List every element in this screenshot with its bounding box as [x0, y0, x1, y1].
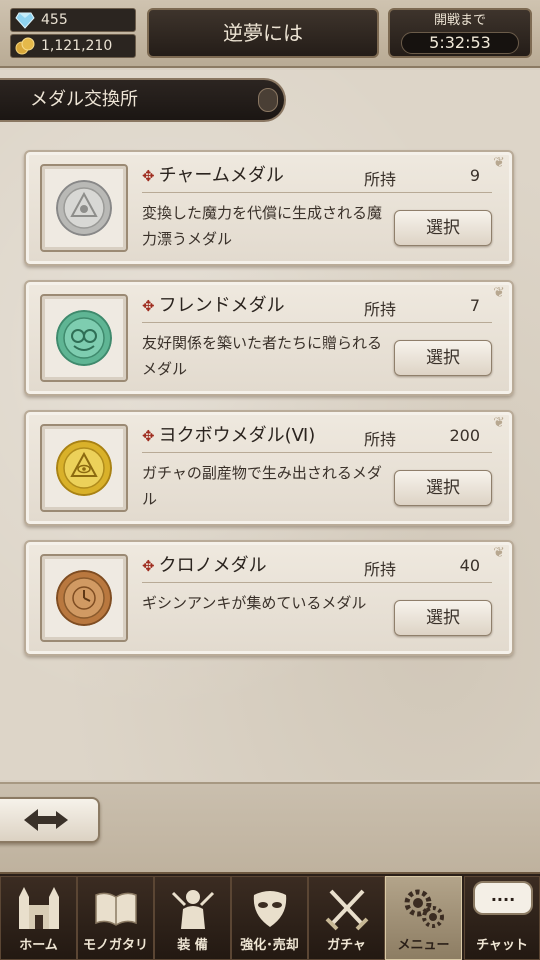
nav-tab-gacha[interactable]: ガチャ [308, 876, 385, 960]
divider [142, 582, 492, 583]
corner-ornament-icon: ❦ [493, 545, 505, 561]
medal-name: ✥ フレンドメダル [142, 295, 285, 316]
gem-icon [15, 12, 35, 29]
coin-counter: 1,121,210 [10, 34, 136, 58]
nav-label: モノガタリ [82, 938, 148, 953]
corner-ornament-icon: ❦ [493, 415, 505, 431]
medal-card: ✥ フレンドメダル 所持 7 友好関係を築いた者たちに贈られるメダル 選択 ❦ [24, 280, 514, 396]
cross-icon: ✥ [142, 557, 155, 575]
battle-timer: 開戦まで 5:32:53 [388, 8, 532, 58]
select-button[interactable]: 選択 [394, 340, 492, 376]
nav-label: ホーム [19, 938, 58, 953]
select-button[interactable]: 選択 [394, 210, 492, 246]
medal-name: ✥ クロノメダル [142, 555, 267, 576]
castle-icon [18, 887, 59, 929]
friend-medal-icon [56, 310, 112, 366]
nav-tab-chat[interactable]: .... チャット [464, 876, 540, 960]
nav-tab-home[interactable]: ホーム [0, 876, 77, 960]
section-header: メダル交換所 [0, 78, 286, 122]
desire-medal-icon [56, 440, 112, 496]
mask-icon [253, 891, 286, 927]
medal-description: 変換した魔力を代償に生成される魔力漂うメダル [142, 204, 383, 248]
own-count: 7 [469, 296, 480, 315]
nav-tab-equipment[interactable]: 装 備 [154, 876, 231, 960]
coin-icon [15, 37, 35, 55]
header-ornament-icon [258, 88, 278, 112]
medal-description: ガチャの副産物で生み出されるメダル [142, 464, 382, 508]
divider [142, 322, 492, 323]
own-label: 所持 [364, 430, 397, 449]
coin-count: 1,121,210 [41, 38, 113, 54]
divider [142, 192, 492, 193]
timer-value: 5:32:53 [401, 32, 519, 54]
book-icon [94, 892, 137, 926]
bottom-nav: ホーム モノガタリ 装 備 強化･売却 ガチャ メニュー .... チャット [0, 872, 540, 960]
cross-icon: ✥ [142, 427, 155, 445]
equipment-icon [171, 890, 214, 929]
medal-card: ✥ ヨクボウメダル(Ⅵ) 所持 200 ガチャの副産物で生み出されるメダル 選択 … [24, 410, 514, 526]
select-button[interactable]: 選択 [394, 470, 492, 506]
medal-description: 友好関係を築いた者たちに贈られるメダル [142, 334, 383, 378]
medal-card: ✥ チャームメダル 所持 9 変換した魔力を代償に生成される魔力漂うメダル 選択 … [24, 150, 514, 266]
medal-description: ギシンアンキが集めているメダル [142, 594, 367, 612]
nav-tab-story[interactable]: モノガタリ [77, 876, 154, 960]
own-count: 9 [469, 166, 480, 185]
corner-ornament-icon: ❦ [493, 285, 505, 301]
nav-label: チャット [476, 938, 528, 953]
back-button[interactable] [0, 797, 100, 843]
own-count: 40 [459, 556, 480, 575]
gem-count: 455 [41, 12, 68, 28]
back-arrow-icon [24, 809, 68, 831]
nav-label: 装 備 [177, 938, 208, 953]
own-count: 200 [449, 426, 480, 445]
medal-frame [40, 554, 128, 642]
medal-name: ✥ チャームメダル [142, 165, 284, 186]
status-bar: 455 1,121,210 逆夢には 開戦まで 5:32:53 [0, 0, 540, 68]
medal-card: ✥ クロノメダル 所持 40 ギシンアンキが集めているメダル 選択 ❦ [24, 540, 514, 656]
gears-icon [404, 889, 444, 928]
divider [142, 452, 492, 453]
corner-ornament-icon: ❦ [493, 155, 505, 171]
nav-label: 強化･売却 [240, 938, 299, 953]
nav-tab-enhance[interactable]: 強化･売却 [231, 876, 308, 960]
nav-label: ガチャ [327, 938, 366, 953]
nav-tab-menu[interactable]: メニュー [385, 876, 462, 960]
chrono-medal-icon [56, 570, 112, 626]
own-label: 所持 [364, 560, 397, 579]
medal-frame [40, 424, 128, 512]
event-title[interactable]: 逆夢には [147, 8, 379, 58]
charm-medal-icon [56, 180, 112, 236]
own-label: 所持 [364, 170, 397, 189]
swords-icon [325, 889, 368, 931]
timer-label: 開戦まで [433, 13, 486, 28]
gem-counter: 455 [10, 8, 136, 32]
own-label: 所持 [364, 300, 397, 319]
cross-icon: ✥ [142, 297, 155, 315]
medal-name: ✥ ヨクボウメダル(Ⅵ) [142, 425, 316, 446]
medal-frame [40, 164, 128, 252]
page-title: メダル交換所 [30, 89, 138, 110]
chat-bubble-icon: .... [473, 881, 533, 915]
nav-label: メニュー [397, 938, 450, 953]
medal-frame [40, 294, 128, 382]
cross-icon: ✥ [142, 167, 155, 185]
select-button[interactable]: 選択 [394, 600, 492, 636]
